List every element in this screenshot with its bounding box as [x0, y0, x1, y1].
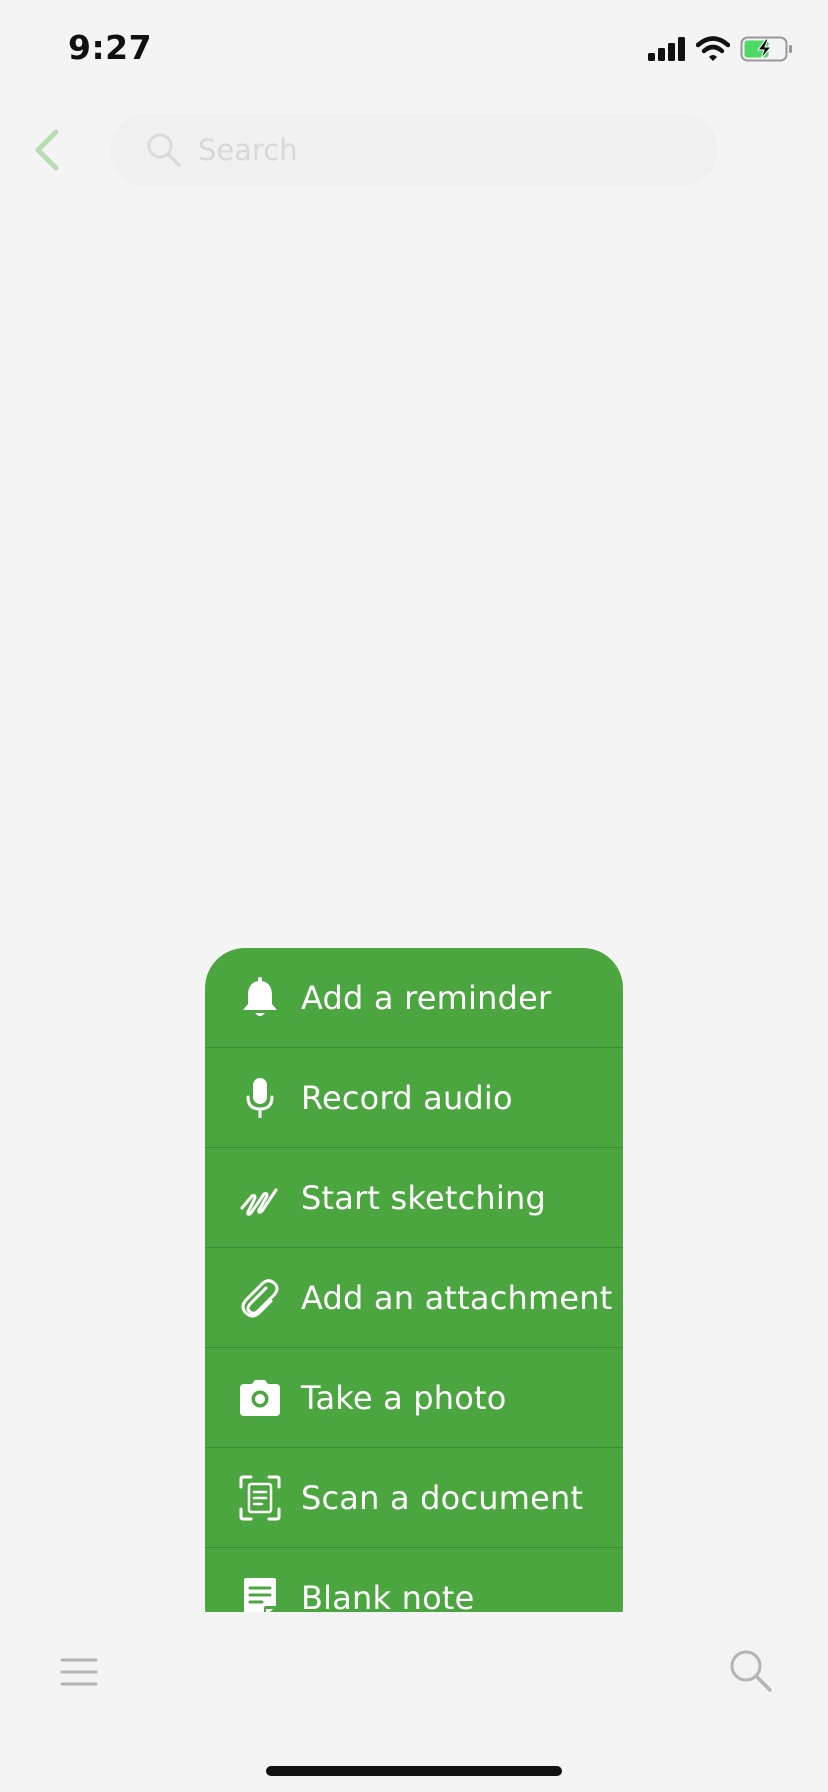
camera-icon	[234, 1374, 286, 1422]
menu-item-label: Add a reminder	[301, 978, 552, 1017]
menu-item-add-attachment[interactable]: Add an attachment	[205, 1248, 623, 1348]
menu-button[interactable]	[56, 1654, 102, 1694]
menu-item-add-reminder[interactable]: Add a reminder	[205, 948, 623, 1048]
search-field[interactable]	[110, 114, 718, 186]
chevron-left-icon	[32, 129, 60, 175]
home-indicator	[266, 1766, 562, 1776]
menu-item-label: Take a photo	[301, 1378, 507, 1417]
signal-icon	[648, 37, 686, 65]
wifi-icon	[695, 36, 731, 66]
menu-item-label: Add an attachment	[301, 1278, 613, 1317]
bottom-search-button[interactable]	[726, 1648, 776, 1698]
menu-item-label: Start sketching	[301, 1178, 546, 1217]
menu-item-scan-document[interactable]: Scan a document	[205, 1448, 623, 1548]
menu-item-label: Record audio	[301, 1078, 513, 1117]
back-button[interactable]	[26, 128, 66, 176]
status-icons	[648, 36, 794, 66]
scan-document-icon	[234, 1474, 286, 1522]
sketch-icon	[234, 1174, 286, 1222]
menu-item-start-sketching[interactable]: Start sketching	[205, 1148, 623, 1248]
new-note-action-menu: Add a reminder Record audio Start sketch…	[205, 948, 623, 1647]
battery-charging-icon	[740, 36, 794, 66]
paperclip-icon	[234, 1274, 286, 1322]
bell-icon	[234, 974, 286, 1022]
search-icon	[146, 132, 182, 168]
hamburger-menu-icon	[60, 1657, 98, 1691]
bottom-toolbar	[0, 1612, 828, 1792]
menu-item-label: Scan a document	[301, 1478, 584, 1517]
status-time: 9:27	[68, 28, 153, 67]
menu-item-record-audio[interactable]: Record audio	[205, 1048, 623, 1148]
search-input[interactable]	[196, 132, 680, 168]
status-bar: 9:27	[0, 0, 828, 100]
microphone-icon	[234, 1074, 286, 1122]
search-icon	[729, 1649, 773, 1697]
menu-item-take-photo[interactable]: Take a photo	[205, 1348, 623, 1448]
